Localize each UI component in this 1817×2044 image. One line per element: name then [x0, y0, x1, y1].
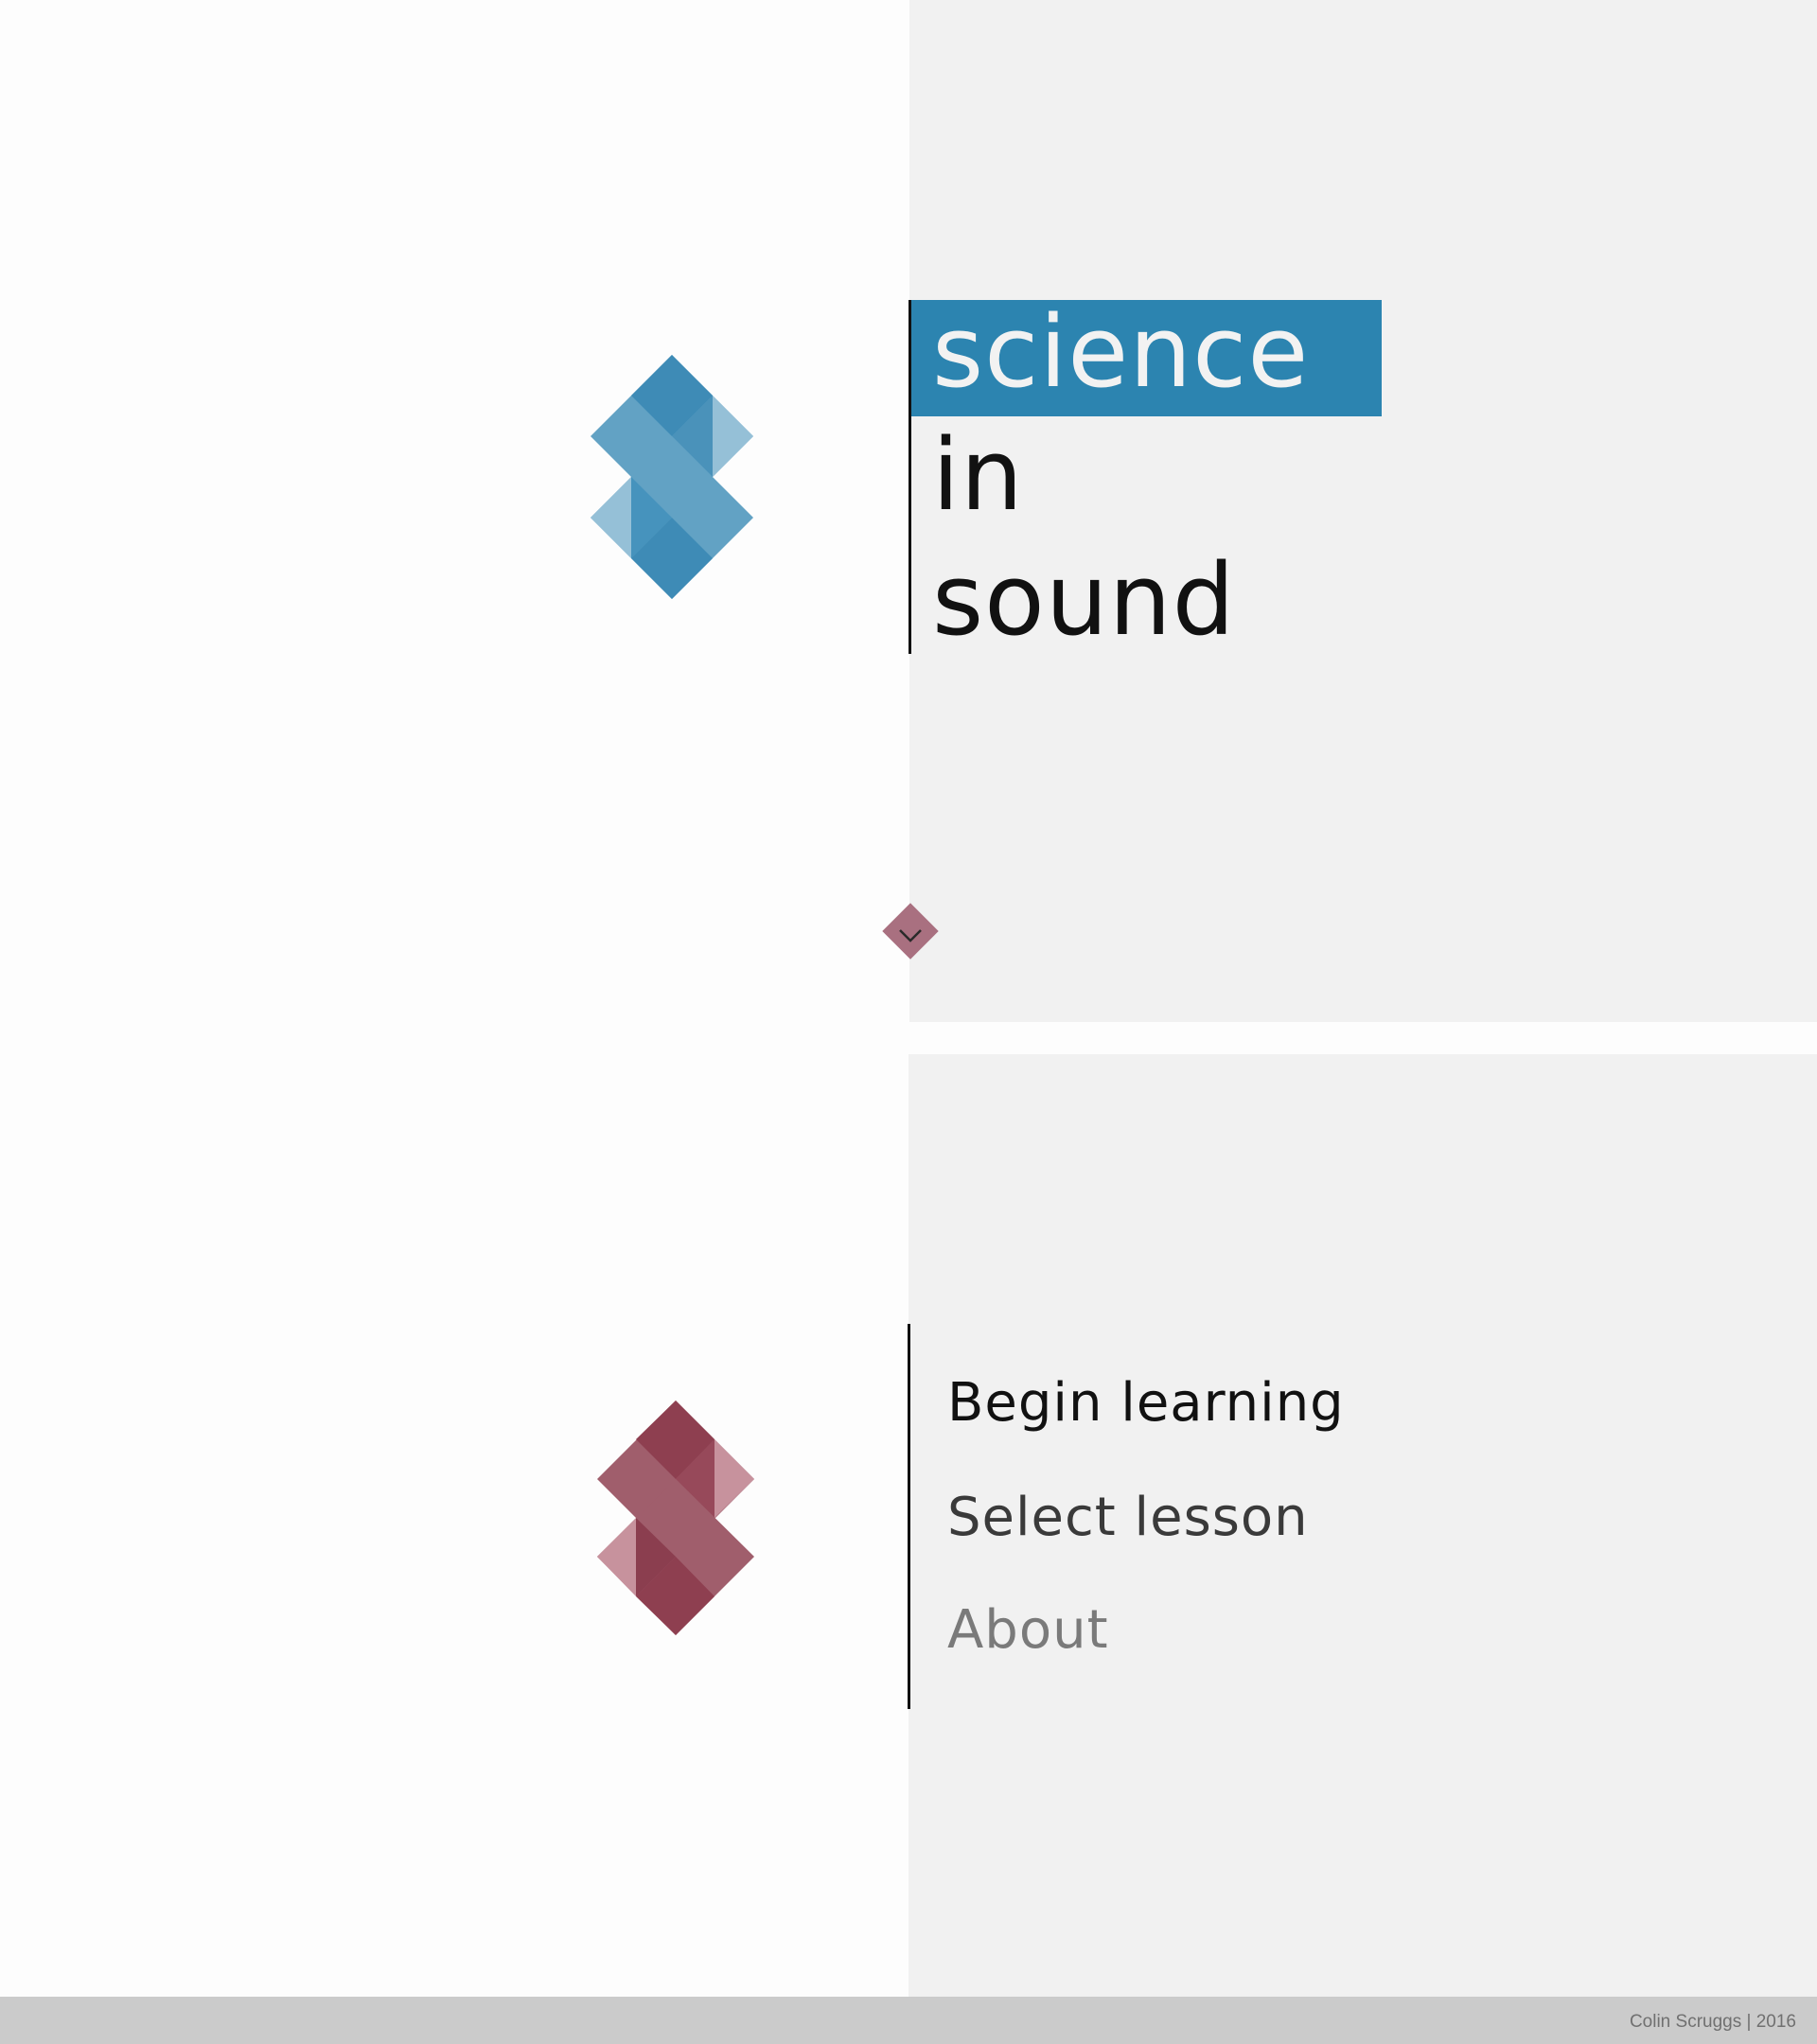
- menu-select-lesson-link[interactable]: Select lesson: [947, 1491, 1309, 1544]
- logo-red-icon: [597, 1401, 754, 1635]
- scroll-down-button[interactable]: [882, 903, 939, 960]
- page: science in sound Begin learning Select l…: [0, 0, 1817, 2044]
- footer-credit: Colin Scruggs | 2016: [1629, 2012, 1796, 2032]
- menu-rule: [908, 1324, 910, 1709]
- chevron-down-icon: [899, 929, 922, 943]
- menu-about-link[interactable]: About: [947, 1604, 1109, 1657]
- title-word-science: science: [932, 294, 1310, 410]
- title-word-sound: sound: [932, 542, 1236, 658]
- menu-begin-learning-link[interactable]: Begin learning: [947, 1377, 1345, 1430]
- hero-panel: [909, 0, 1817, 1022]
- footer: Colin Scruggs | 2016: [0, 1997, 1817, 2044]
- title-word-in: in: [932, 417, 1024, 533]
- logo-blue-icon: [591, 355, 753, 599]
